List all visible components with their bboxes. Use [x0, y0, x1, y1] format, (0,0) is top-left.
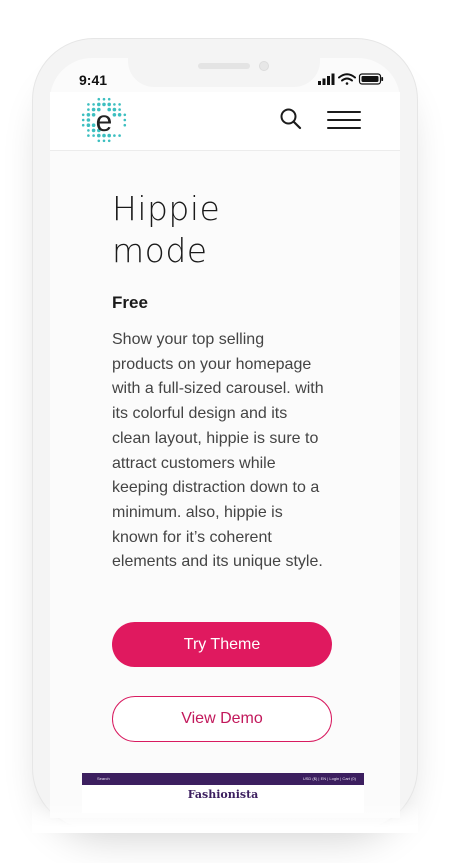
description-line: its colorful design and its [112, 405, 288, 423]
battery-icon [358, 73, 384, 85]
theme-title-line: Hippie [112, 189, 221, 228]
menu-line [327, 111, 361, 113]
logo-dot [92, 103, 95, 106]
speaker-grille [198, 63, 250, 69]
logo-dot [117, 113, 122, 117]
logo-dot [123, 123, 127, 127]
preview-search-label: Search [97, 776, 110, 781]
logo-dot [113, 134, 116, 137]
description-line: with a full-sized carousel. with [112, 380, 324, 398]
description-line: minimum. also, hippie is [112, 503, 283, 521]
signal-icon [318, 73, 335, 85]
preview-top-links: USD ($) | EN | Login | Cart (0) [302, 776, 356, 781]
view-demo-button[interactable]: View Demo [112, 696, 332, 742]
try-theme-button[interactable]: Try Theme [112, 622, 332, 667]
preview-top-bar: Search USD ($) | EN | Login | Cart (0) [82, 773, 364, 785]
logo-dot [97, 139, 101, 143]
logo-dot [97, 97, 101, 101]
logo-dot [81, 123, 85, 127]
logo-dot [118, 103, 121, 106]
logo-dot [112, 113, 117, 117]
logo-dot [87, 103, 90, 106]
logo-dot [92, 134, 95, 137]
logo-dot [118, 134, 121, 137]
theme-description: Show your top selling products on your h… [112, 328, 344, 575]
hamburger-menu-icon[interactable] [327, 108, 363, 132]
wifi-icon [338, 73, 356, 85]
logo-dot [87, 129, 90, 132]
search-icon[interactable] [278, 106, 304, 132]
status-time: 9:41 [79, 72, 108, 88]
menu-line [327, 119, 361, 121]
logo-dot [118, 108, 121, 111]
logo-dot [86, 123, 91, 127]
front-camera [259, 61, 269, 71]
menu-line [327, 127, 361, 129]
description-line: clean layout, hippie is sure to [112, 429, 319, 447]
brand-logo[interactable]: e [78, 94, 130, 146]
bottom-fade [32, 803, 418, 833]
logo-dot [87, 108, 90, 111]
logo-dot [107, 139, 111, 143]
logo-dot [86, 113, 91, 117]
logo-letter: e [96, 105, 113, 138]
logo-dot [102, 139, 106, 143]
site-header: e [50, 92, 400, 151]
preview-brand-name: Fashionista [187, 788, 259, 801]
logo-dot [81, 118, 85, 122]
theme-title-line: mode [112, 231, 208, 270]
theme-price: Free [112, 293, 148, 312]
logo-dot [86, 118, 91, 122]
logo-dot [112, 107, 117, 112]
description-line: keeping distraction down to a [112, 479, 320, 497]
logo-dot [87, 134, 90, 137]
logo-dot [102, 97, 106, 101]
logo-dot [107, 97, 111, 101]
logo-dot [81, 113, 85, 117]
description-line: Show your top selling [112, 331, 265, 348]
status-icons [318, 73, 384, 85]
description-line: attract customers while [112, 454, 276, 472]
description-line: elements and its unique style. [112, 553, 323, 571]
logo-dot [113, 103, 116, 106]
description-line: products on your homepage [112, 355, 312, 373]
logo-dot [123, 118, 127, 122]
theme-title: Hippie mode [112, 188, 352, 272]
logo-dot [123, 113, 127, 117]
description-line: known for it’s coherent [112, 528, 272, 546]
